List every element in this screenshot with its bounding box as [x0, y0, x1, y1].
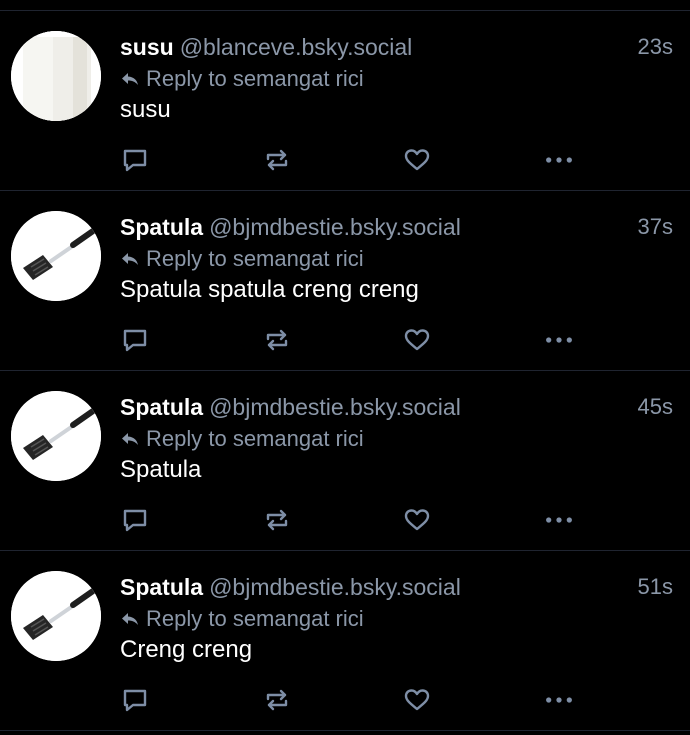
more-options-icon: [546, 157, 572, 163]
post-timestamp[interactable]: 23s: [638, 33, 673, 61]
post-timestamp[interactable]: 45s: [638, 393, 673, 421]
reply-arrow-icon: [122, 433, 138, 445]
display-name[interactable]: Spatula: [120, 574, 203, 600]
reply-context[interactable]: Reply to semangat rici: [120, 245, 364, 273]
post-timestamp[interactable]: 51s: [638, 573, 673, 601]
reply-button[interactable]: [120, 685, 150, 715]
reply-context[interactable]: Reply to semangat rici: [120, 425, 364, 453]
repost-button[interactable]: [262, 505, 292, 535]
avatar[interactable]: [11, 211, 101, 301]
spatula-avatar-image: [11, 391, 101, 481]
more-options-button[interactable]: [544, 685, 574, 715]
reply-icon: [123, 509, 147, 532]
heart-icon: [404, 329, 430, 351]
heart-icon: [404, 149, 430, 171]
post-item[interactable]: Spatula @bjmdbestie.bsky.social 45s Reply…: [0, 371, 690, 551]
reply-icon: [123, 149, 147, 172]
post-item[interactable]: Spatula @bjmdbestie.bsky.social 37s Reply…: [0, 191, 690, 371]
reply-context-label: Reply to semangat rici: [146, 606, 364, 631]
post-item[interactable]: susu @blanceve.bsky.social 23s Reply to s…: [0, 11, 690, 191]
like-button[interactable]: [402, 505, 432, 535]
spatula-avatar-image: [11, 211, 101, 301]
post-actions: [120, 685, 580, 715]
post-actions: [120, 505, 580, 535]
more-options-icon: [546, 697, 572, 703]
repost-icon: [266, 149, 288, 171]
avatar[interactable]: [11, 31, 101, 121]
like-button[interactable]: [402, 145, 432, 175]
reply-context-label: Reply to semangat rici: [146, 426, 364, 451]
reply-context[interactable]: Reply to semangat rici: [120, 65, 364, 93]
more-options-button[interactable]: [544, 505, 574, 535]
spatula-avatar-image: [11, 571, 101, 661]
post-feed: susu @blanceve.bsky.social 23s Reply to s…: [0, 10, 690, 731]
reply-context-label: Reply to semangat rici: [146, 246, 364, 271]
display-name[interactable]: Spatula: [120, 394, 203, 420]
reply-button[interactable]: [120, 145, 150, 175]
reply-arrow-icon: [122, 253, 138, 265]
more-options-button[interactable]: [544, 325, 574, 355]
cup-avatar-image: [11, 31, 101, 121]
more-options-icon: [546, 337, 572, 343]
post-text: susu: [120, 96, 171, 123]
heart-icon: [404, 689, 430, 711]
reply-button[interactable]: [120, 505, 150, 535]
post-actions: [120, 325, 580, 355]
user-handle[interactable]: @bjmdbestie.bsky.social: [209, 574, 461, 600]
repost-icon: [266, 509, 288, 531]
post-header: Spatula @bjmdbestie.bsky.social: [120, 393, 600, 421]
repost-button[interactable]: [262, 325, 292, 355]
post-text: Creng creng: [120, 636, 253, 663]
more-options-button[interactable]: [544, 145, 574, 175]
reply-icon: [123, 689, 147, 712]
post-actions: [120, 145, 580, 175]
post-timestamp[interactable]: 37s: [638, 213, 673, 241]
repost-icon: [266, 689, 288, 711]
post-text: Spatula spatula creng creng: [120, 276, 419, 303]
repost-button[interactable]: [262, 145, 292, 175]
user-handle[interactable]: @bjmdbestie.bsky.social: [209, 214, 461, 240]
heart-icon: [404, 509, 430, 531]
user-handle[interactable]: @bjmdbestie.bsky.social: [209, 394, 461, 420]
post-header: Spatula @bjmdbestie.bsky.social: [120, 573, 600, 601]
reply-button[interactable]: [120, 325, 150, 355]
repost-icon: [266, 329, 288, 351]
post-header: susu @blanceve.bsky.social: [120, 33, 600, 61]
reply-arrow-icon: [122, 73, 138, 85]
reply-context-label: Reply to semangat rici: [146, 66, 364, 91]
display-name[interactable]: susu: [120, 34, 174, 60]
like-button[interactable]: [402, 325, 432, 355]
like-button[interactable]: [402, 685, 432, 715]
avatar[interactable]: [11, 391, 101, 481]
reply-icon: [123, 329, 147, 352]
post-item[interactable]: Spatula @bjmdbestie.bsky.social 51s Reply…: [0, 551, 690, 731]
user-handle[interactable]: @blanceve.bsky.social: [180, 34, 413, 60]
avatar[interactable]: [11, 571, 101, 661]
post-text: Spatula: [120, 456, 202, 483]
repost-button[interactable]: [262, 685, 292, 715]
post-header: Spatula @bjmdbestie.bsky.social: [120, 213, 600, 241]
more-options-icon: [546, 517, 572, 523]
display-name[interactable]: Spatula: [120, 214, 203, 240]
reply-arrow-icon: [122, 613, 138, 625]
reply-context[interactable]: Reply to semangat rici: [120, 605, 364, 633]
